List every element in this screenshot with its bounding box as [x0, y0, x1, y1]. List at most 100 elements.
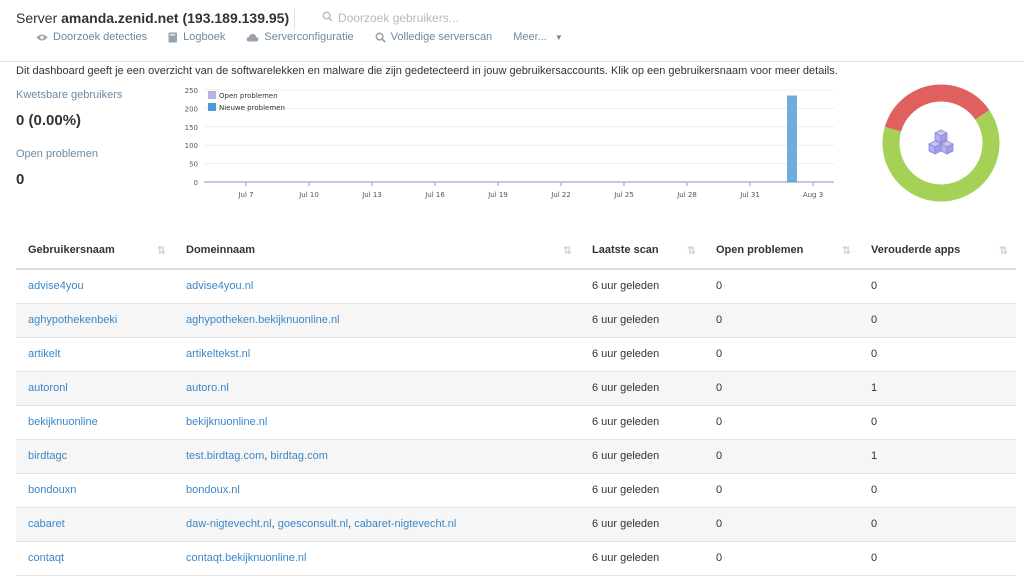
server-title: Server amanda.zenid.net (193.189.139.95): [16, 10, 289, 26]
sort-icon[interactable]: ⇅: [157, 244, 166, 257]
donut-svg: [882, 84, 1000, 202]
chart-y-tick-label: 250: [185, 87, 198, 95]
username-link[interactable]: bondouxn: [28, 484, 76, 496]
search-input[interactable]: Doorzoek gebruikers...: [338, 11, 459, 25]
cell-domains: autoro.nl: [174, 371, 580, 406]
domain-link[interactable]: advise4you.nl: [186, 280, 253, 292]
legend-swatch: [208, 103, 216, 111]
chart-x-tick-label: Jul 25: [613, 191, 634, 199]
cell-open-problems: 0: [704, 541, 859, 576]
domain-link[interactable]: cabaret-nigtevecht.nl: [354, 518, 456, 530]
col-header-domain[interactable]: Domeinnaam ⇅: [174, 232, 580, 270]
server-prefix: Server: [16, 10, 58, 26]
cell-open-problems: 0: [704, 473, 859, 508]
username-link[interactable]: artikelt: [28, 348, 60, 360]
cell-open-problems: 0: [704, 337, 859, 372]
col-header-label: Domeinnaam: [186, 244, 256, 256]
user-search[interactable]: Doorzoek gebruikers...: [322, 11, 459, 25]
nav-label: Logboek: [183, 31, 226, 43]
domain-link[interactable]: test.birdtag.com: [186, 450, 264, 462]
cell-username: artikelt: [16, 337, 174, 372]
nav-search-detections[interactable]: Doorzoek detecties: [36, 31, 147, 43]
col-header-label: Laatste scan: [592, 244, 659, 256]
cell-open-problems: 0: [704, 303, 859, 338]
col-header-last-scan[interactable]: Laatste scan ⇅: [580, 232, 704, 270]
domain-link[interactable]: contaqt.bekijknuonline.nl: [186, 552, 306, 564]
domain-link[interactable]: goesconsult.nl: [278, 518, 348, 530]
domain-link[interactable]: daw-nigtevecht.nl: [186, 518, 272, 530]
chart-x-tick-label: Jul 13: [361, 191, 382, 199]
cell-last-scan: 6 uur geleden: [580, 439, 704, 474]
header: Server amanda.zenid.net (193.189.139.95)…: [0, 0, 1024, 62]
cell-open-problems: 0: [704, 405, 859, 440]
sort-icon[interactable]: ⇅: [842, 244, 851, 257]
sort-icon[interactable]: ⇅: [563, 244, 572, 257]
chart-x-tick-label: Jul 16: [424, 191, 445, 199]
cell-username: bondouxn: [16, 473, 174, 508]
nav-more-dropdown[interactable]: Meer... ▼: [513, 31, 563, 43]
book-icon: [168, 32, 178, 43]
username-link[interactable]: contaqt: [28, 552, 64, 564]
domain-link[interactable]: artikeltekst.nl: [186, 348, 250, 360]
cell-last-scan: 6 uur geleden: [580, 337, 704, 372]
cell-outdated-apps: 0: [859, 405, 1016, 440]
vulnerable-users-label: Kwetsbare gebruikers: [16, 89, 123, 101]
cell-outdated-apps: 0: [859, 269, 1016, 304]
cell-domains: test.birdtag.com, birdtag.com: [174, 439, 580, 474]
search-icon: [322, 11, 333, 25]
cubes-icon: [928, 129, 954, 155]
chart-y-tick-label: 200: [185, 105, 198, 113]
users-table: Gebruikersnaam ⇅ Domeinnaam ⇅ Laatste scan…: [16, 232, 1016, 576]
username-link[interactable]: advise4you: [28, 280, 84, 292]
col-header-open-problems[interactable]: Open problemen ⇅: [704, 232, 859, 270]
cell-domains: daw-nigtevecht.nl, goesconsult.nl, cabar…: [174, 507, 580, 542]
sort-icon[interactable]: ⇅: [687, 244, 696, 257]
chart-y-tick-label: 0: [194, 179, 198, 187]
chart-x-tick-label: Jul 28: [676, 191, 697, 199]
col-header-outdated-apps[interactable]: Verouderde apps ⇅: [859, 232, 1016, 270]
username-link[interactable]: birdtagc: [28, 450, 67, 462]
cell-username: birdtagc: [16, 439, 174, 474]
nav-server-config[interactable]: Serverconfiguratie: [246, 31, 354, 43]
nav-full-server-scan[interactable]: Volledige serverscan: [375, 31, 492, 43]
sort-icon[interactable]: ⇅: [999, 244, 1008, 257]
domain-link[interactable]: aghypotheken.bekijknuonline.nl: [186, 314, 340, 326]
username-link[interactable]: cabaret: [28, 518, 65, 530]
legend-label: Nieuwe problemen: [219, 104, 285, 112]
cell-last-scan: 6 uur geleden: [580, 473, 704, 508]
chart-y-tick-label: 50: [189, 161, 198, 169]
cell-username: cabaret: [16, 507, 174, 542]
username-link[interactable]: bekijknuonline: [28, 416, 98, 428]
eye-icon: [36, 33, 48, 42]
domain-link[interactable]: autoro.nl: [186, 382, 229, 394]
header-divider: [294, 9, 295, 29]
users-table-body: advise4you advise4you.nl 6 uur geleden 0 0 ag…: [16, 269, 1016, 576]
cell-open-problems: 0: [704, 371, 859, 406]
open-problems-value: 0: [16, 171, 25, 188]
cell-outdated-apps: 0: [859, 541, 1016, 576]
cell-domains: aghypotheken.bekijknuonline.nl: [174, 303, 580, 338]
chart-x-tick-label: Jul 19: [487, 191, 508, 199]
cell-username: autoronl: [16, 371, 174, 406]
chart-x-tick-label: Jul 31: [739, 191, 760, 199]
cell-outdated-apps: 1: [859, 371, 1016, 406]
chart-y-tick-label: 150: [185, 124, 198, 132]
table-row: bekijknuonline bekijknuonline.nl 6 uur gel…: [16, 405, 1016, 440]
problems-chart: 0 50 100 150 200 250 Jul 7 Jul 10 Jul 13 Jul 16 Ju…: [176, 84, 841, 206]
cell-outdated-apps: 0: [859, 473, 1016, 508]
cell-username: contaqt: [16, 541, 174, 576]
nav-logbook[interactable]: Logboek: [168, 31, 225, 43]
cell-outdated-apps: 0: [859, 507, 1016, 542]
cell-domains: bondoux.nl: [174, 473, 580, 508]
col-header-username[interactable]: Gebruikersnaam ⇅: [16, 232, 174, 270]
table-row: advise4you advise4you.nl 6 uur geleden 0 0: [16, 269, 1016, 304]
table-header-row: Gebruikersnaam ⇅ Domeinnaam ⇅ Laatste scan…: [16, 232, 1016, 270]
chart-x-tick-label: Jul 10: [298, 191, 319, 199]
username-link[interactable]: aghypothekenbeki: [28, 314, 117, 326]
username-link[interactable]: autoronl: [28, 382, 68, 394]
domain-link[interactable]: bondoux.nl: [186, 484, 240, 496]
domain-link[interactable]: birdtag.com: [270, 450, 327, 462]
intro-text: Dit dashboard geeft je een overzicht van…: [16, 65, 838, 77]
cell-outdated-apps: 0: [859, 337, 1016, 372]
domain-link[interactable]: bekijknuonline.nl: [186, 416, 267, 428]
